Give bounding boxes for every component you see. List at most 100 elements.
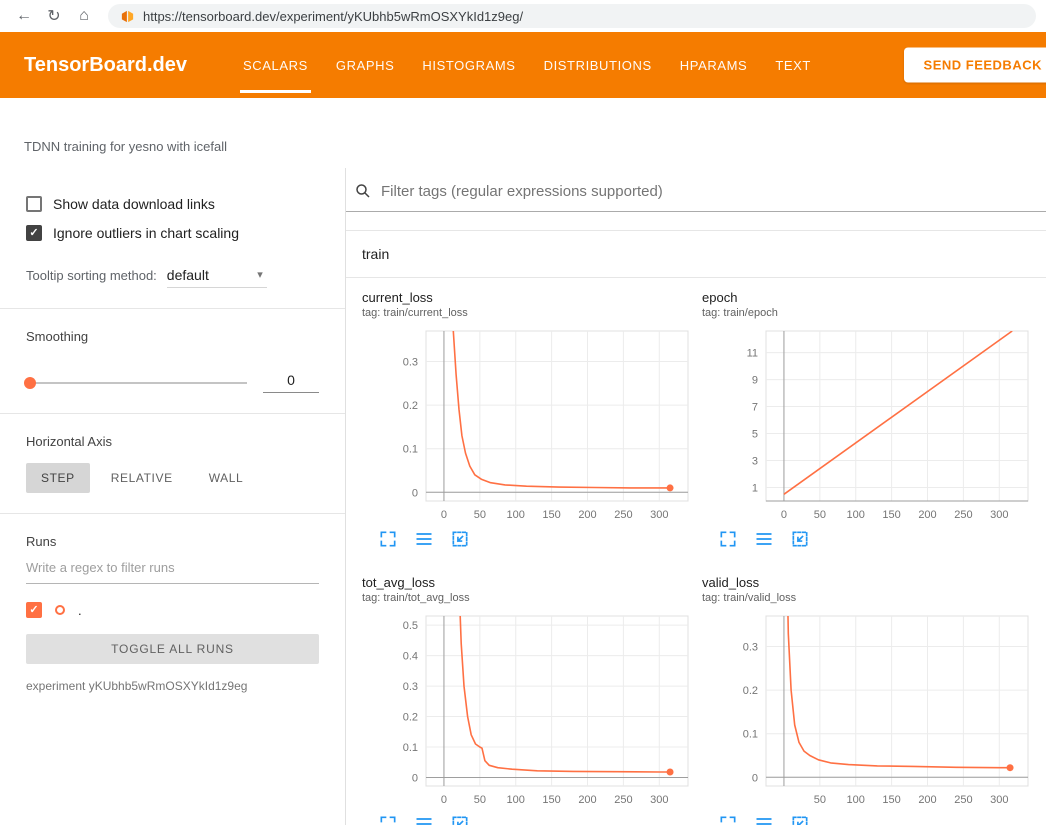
chart-card-valid_loss: valid_losstag: train/valid_loss501001502… <box>702 575 1032 825</box>
chart-title: epoch <box>702 290 1032 305</box>
group-header-train[interactable]: train <box>346 231 1046 278</box>
svg-text:0.1: 0.1 <box>743 729 758 741</box>
axis-button-step[interactable]: STEP <box>26 463 90 493</box>
svg-text:0.2: 0.2 <box>403 712 418 724</box>
fullscreen-icon[interactable] <box>378 814 398 825</box>
svg-text:150: 150 <box>542 794 560 806</box>
tensorboard-logo: TensorBoard.dev <box>24 54 187 77</box>
svg-text:300: 300 <box>990 794 1008 806</box>
settings-sidebar: Show data download links ✓ Ignore outlie… <box>0 168 346 825</box>
tab-scalars[interactable]: SCALARS <box>229 32 322 98</box>
show-download-row: Show data download links <box>26 196 319 212</box>
tag-filter-input[interactable] <box>381 183 1036 200</box>
chart-title: tot_avg_loss <box>362 575 692 590</box>
chart-plot-current_loss[interactable]: 05010015020025030000.10.20.3 <box>362 327 692 527</box>
experiment-subheader: TDNN training for yesno with icefall <box>0 98 1046 168</box>
ignore-outliers-checkbox[interactable]: ✓ <box>26 225 42 241</box>
chart-tag: tag: train/valid_loss <box>702 592 1032 604</box>
fullscreen-icon[interactable] <box>718 529 738 549</box>
show-download-label: Show data download links <box>53 196 215 212</box>
fit-domain-icon[interactable] <box>790 814 810 825</box>
svg-text:250: 250 <box>614 509 632 521</box>
check-icon: ✓ <box>29 228 38 239</box>
tensorboard-favicon <box>120 9 135 24</box>
svg-text:0.4: 0.4 <box>403 651 418 663</box>
runs-list-icon[interactable] <box>754 529 774 549</box>
fullscreen-icon[interactable] <box>718 814 738 825</box>
svg-text:200: 200 <box>918 794 936 806</box>
axis-button-relative[interactable]: RELATIVE <box>96 463 188 493</box>
svg-text:150: 150 <box>882 509 900 521</box>
toggle-all-runs-button[interactable]: TOGGLE ALL RUNS <box>26 634 319 664</box>
home-icon[interactable]: ⌂ <box>70 3 98 29</box>
run-color-swatch-icon <box>55 605 65 615</box>
runs-list-icon[interactable] <box>414 814 434 825</box>
chart-toolbar <box>362 529 692 549</box>
horizontal-axis-buttons: STEPRELATIVEWALL <box>26 463 319 493</box>
svg-text:200: 200 <box>578 509 596 521</box>
smoothing-slider[interactable] <box>26 382 247 384</box>
runs-label: Runs <box>26 534 319 549</box>
svg-text:0: 0 <box>781 509 787 521</box>
content: Show data download links ✓ Ignore outlie… <box>0 168 1046 825</box>
smoothing-slider-row: 0 <box>26 372 319 393</box>
send-feedback-button[interactable]: SEND FEEDBACK <box>904 48 1046 83</box>
smoothing-slider-thumb[interactable] <box>24 377 36 389</box>
chart-card-epoch: epochtag: train/epoch0501001502002503001… <box>702 290 1032 549</box>
svg-text:0.3: 0.3 <box>403 357 418 369</box>
svg-text:50: 50 <box>814 794 826 806</box>
smoothing-value[interactable]: 0 <box>263 372 319 393</box>
chart-tag: tag: train/tot_avg_loss <box>362 592 692 604</box>
chart-title: valid_loss <box>702 575 1032 590</box>
chart-plot-valid_loss[interactable]: 5010015020025030000.10.20.3 <box>702 612 1032 812</box>
experiment-id: experiment yKUbhb5wRmOSXYkId1z9eg <box>26 679 319 693</box>
svg-text:0: 0 <box>752 772 758 784</box>
svg-text:1: 1 <box>752 483 758 495</box>
search-icon <box>354 182 372 200</box>
tab-text[interactable]: TEXT <box>761 32 825 98</box>
experiment-title: TDNN training for yesno with icefall <box>24 139 227 154</box>
svg-text:200: 200 <box>918 509 936 521</box>
svg-text:250: 250 <box>614 794 632 806</box>
run-checkbox[interactable]: ✓ <box>26 602 42 618</box>
runs-list-icon[interactable] <box>754 814 774 825</box>
run-name: . <box>78 603 82 618</box>
chart-tag: tag: train/current_loss <box>362 307 692 319</box>
chart-card-current_loss: current_losstag: train/current_loss05010… <box>362 290 692 549</box>
svg-text:0: 0 <box>441 794 447 806</box>
svg-text:100: 100 <box>847 794 865 806</box>
chevron-down-icon: ▾ <box>257 268 263 281</box>
chart-toolbar <box>702 814 1032 825</box>
url-text: https://tensorboard.dev/experiment/yKUbh… <box>143 9 523 24</box>
svg-text:0.3: 0.3 <box>403 681 418 693</box>
tab-histograms[interactable]: HISTOGRAMS <box>408 32 529 98</box>
svg-text:300: 300 <box>650 794 668 806</box>
fullscreen-icon[interactable] <box>378 529 398 549</box>
svg-text:50: 50 <box>474 794 486 806</box>
chart-toolbar <box>362 814 692 825</box>
divider <box>0 513 345 514</box>
show-download-checkbox[interactable] <box>26 196 42 212</box>
tab-hparams[interactable]: HPARAMS <box>666 32 762 98</box>
svg-text:11: 11 <box>747 348 758 360</box>
chart-plot-epoch[interactable]: 0501001502002503001357911 <box>702 327 1032 527</box>
svg-text:50: 50 <box>814 509 826 521</box>
tab-graphs[interactable]: GRAPHS <box>322 32 409 98</box>
svg-text:100: 100 <box>847 509 865 521</box>
runs-filter-input[interactable] <box>26 551 319 584</box>
runs-list-icon[interactable] <box>414 529 434 549</box>
address-bar[interactable]: https://tensorboard.dev/experiment/yKUbh… <box>108 4 1036 28</box>
tooltip-sorting-select[interactable]: default ▾ <box>167 267 267 288</box>
tab-distributions[interactable]: DISTRIBUTIONS <box>530 32 666 98</box>
fit-domain-icon[interactable] <box>790 529 810 549</box>
back-icon[interactable]: ← <box>10 3 38 29</box>
app-header: TensorBoard.dev SCALARSGRAPHSHISTOGRAMSD… <box>0 32 1046 98</box>
reload-icon[interactable]: ↻ <box>40 3 68 29</box>
tag-filter-row <box>346 168 1046 212</box>
chart-plot-tot_avg_loss[interactable]: 05010015020025030000.10.20.30.40.5 <box>362 612 692 812</box>
tooltip-sorting-row: Tooltip sorting method: default ▾ <box>26 267 319 288</box>
fit-domain-icon[interactable] <box>450 814 470 825</box>
fit-domain-icon[interactable] <box>450 529 470 549</box>
browser-toolbar: ← ↻ ⌂ https://tensorboard.dev/experiment… <box>0 0 1046 32</box>
axis-button-wall[interactable]: WALL <box>194 463 259 493</box>
